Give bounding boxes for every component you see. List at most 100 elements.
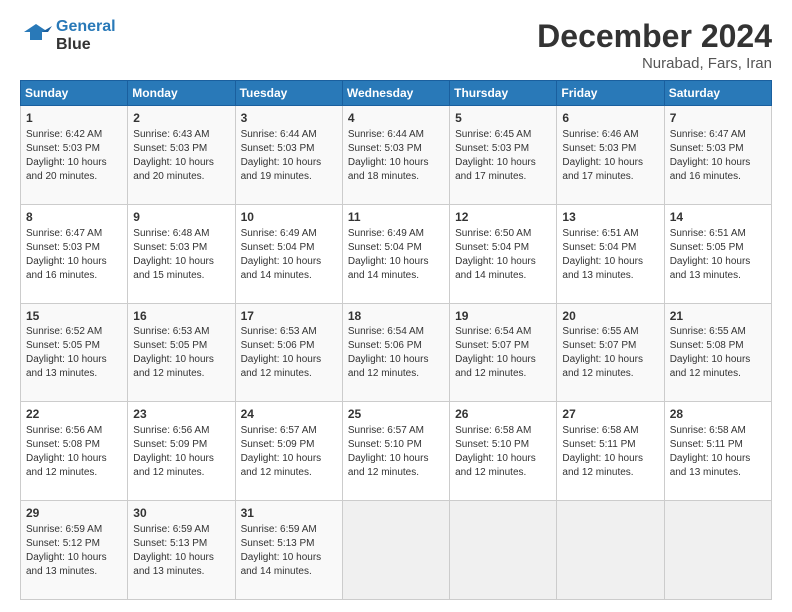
calendar-day-cell: 16Sunrise: 6:53 AMSunset: 5:05 PMDayligh… (128, 303, 235, 402)
day-info-line: Sunset: 5:03 PM (26, 142, 122, 156)
calendar-week-row: 1Sunrise: 6:42 AMSunset: 5:03 PMDaylight… (21, 106, 772, 205)
day-number: 3 (241, 110, 337, 127)
day-info-line: and 14 minutes. (241, 565, 337, 579)
day-info-line: Daylight: 10 hours (670, 452, 766, 466)
day-info-line: Sunset: 5:13 PM (133, 537, 229, 551)
day-info-line: and 13 minutes. (133, 565, 229, 579)
day-info-line: Sunset: 5:03 PM (241, 142, 337, 156)
day-info-line: Daylight: 10 hours (241, 255, 337, 269)
day-info-line: Daylight: 10 hours (455, 255, 551, 269)
day-number: 14 (670, 209, 766, 226)
day-number: 30 (133, 505, 229, 522)
day-info-line: and 14 minutes. (241, 269, 337, 283)
day-info-line: Daylight: 10 hours (562, 156, 658, 170)
day-info-line: Daylight: 10 hours (26, 255, 122, 269)
day-info-line: Sunset: 5:03 PM (455, 142, 551, 156)
day-info-line: and 12 minutes. (562, 367, 658, 381)
day-info-line: and 20 minutes. (26, 170, 122, 184)
day-info-line: Sunrise: 6:47 AM (26, 227, 122, 241)
day-number: 9 (133, 209, 229, 226)
day-info-line: Sunset: 5:03 PM (670, 142, 766, 156)
day-info-line: Sunset: 5:04 PM (455, 241, 551, 255)
sub-title: Nurabad, Fars, Iran (537, 55, 772, 72)
day-info-line: and 13 minutes. (670, 466, 766, 480)
day-info-line: Sunset: 5:04 PM (348, 241, 444, 255)
day-info-line: Sunset: 5:05 PM (133, 339, 229, 353)
day-info-line: and 12 minutes. (241, 367, 337, 381)
calendar-day-cell: 3Sunrise: 6:44 AMSunset: 5:03 PMDaylight… (235, 106, 342, 205)
day-info-line: Sunrise: 6:58 AM (670, 424, 766, 438)
day-info-line: Sunrise: 6:44 AM (241, 128, 337, 142)
day-number: 26 (455, 406, 551, 423)
day-info-line: Sunrise: 6:44 AM (348, 128, 444, 142)
day-info-line: and 17 minutes. (455, 170, 551, 184)
day-info-line: Sunrise: 6:58 AM (455, 424, 551, 438)
day-info-line: Sunrise: 6:49 AM (348, 227, 444, 241)
day-info-line: Sunset: 5:04 PM (241, 241, 337, 255)
calendar-week-row: 15Sunrise: 6:52 AMSunset: 5:05 PMDayligh… (21, 303, 772, 402)
day-info-line: and 12 minutes. (348, 367, 444, 381)
day-info-line: Sunset: 5:05 PM (670, 241, 766, 255)
day-info-line: Sunrise: 6:53 AM (133, 325, 229, 339)
day-info-line: and 19 minutes. (241, 170, 337, 184)
day-info-line: Sunset: 5:03 PM (26, 241, 122, 255)
calendar-day-cell: 2Sunrise: 6:43 AMSunset: 5:03 PMDaylight… (128, 106, 235, 205)
weekday-header-cell: Saturday (664, 81, 771, 106)
day-info-line: Sunset: 5:06 PM (241, 339, 337, 353)
day-info-line: Sunrise: 6:53 AM (241, 325, 337, 339)
calendar-day-cell: 12Sunrise: 6:50 AMSunset: 5:04 PMDayligh… (450, 204, 557, 303)
logo-icon (20, 22, 52, 50)
calendar-day-cell: 18Sunrise: 6:54 AMSunset: 5:06 PMDayligh… (342, 303, 449, 402)
day-info-line: and 13 minutes. (562, 269, 658, 283)
day-info-line: and 12 minutes. (133, 367, 229, 381)
header: General Blue December 2024 Nurabad, Fars… (20, 18, 772, 72)
day-number: 18 (348, 308, 444, 325)
day-number: 25 (348, 406, 444, 423)
day-info-line: and 14 minutes. (455, 269, 551, 283)
calendar-day-cell: 24Sunrise: 6:57 AMSunset: 5:09 PMDayligh… (235, 402, 342, 501)
day-info-line: Daylight: 10 hours (26, 551, 122, 565)
day-info-line: Sunset: 5:08 PM (670, 339, 766, 353)
calendar-day-cell: 11Sunrise: 6:49 AMSunset: 5:04 PMDayligh… (342, 204, 449, 303)
calendar-body: 1Sunrise: 6:42 AMSunset: 5:03 PMDaylight… (21, 106, 772, 600)
day-info-line: and 17 minutes. (562, 170, 658, 184)
calendar-day-cell: 30Sunrise: 6:59 AMSunset: 5:13 PMDayligh… (128, 501, 235, 600)
day-info-line: Sunset: 5:12 PM (26, 537, 122, 551)
weekday-header-cell: Friday (557, 81, 664, 106)
weekday-header-cell: Monday (128, 81, 235, 106)
day-info-line: Daylight: 10 hours (26, 452, 122, 466)
day-number: 17 (241, 308, 337, 325)
day-info-line: Sunset: 5:10 PM (455, 438, 551, 452)
calendar-week-row: 8Sunrise: 6:47 AMSunset: 5:03 PMDaylight… (21, 204, 772, 303)
day-number: 10 (241, 209, 337, 226)
day-info-line: Sunrise: 6:55 AM (562, 325, 658, 339)
day-info-line: Sunrise: 6:59 AM (241, 523, 337, 537)
day-info-line: Daylight: 10 hours (455, 353, 551, 367)
day-info-line: Sunset: 5:06 PM (348, 339, 444, 353)
day-number: 11 (348, 209, 444, 226)
day-info-line: Sunrise: 6:48 AM (133, 227, 229, 241)
day-info-line: Sunrise: 6:43 AM (133, 128, 229, 142)
day-info-line: Sunset: 5:10 PM (348, 438, 444, 452)
day-info-line: Sunrise: 6:58 AM (562, 424, 658, 438)
calendar-day-cell: 23Sunrise: 6:56 AMSunset: 5:09 PMDayligh… (128, 402, 235, 501)
title-block: December 2024 Nurabad, Fars, Iran (537, 18, 772, 72)
day-info-line: and 13 minutes. (670, 269, 766, 283)
day-info-line: Daylight: 10 hours (348, 452, 444, 466)
day-info-line: Daylight: 10 hours (670, 255, 766, 269)
day-number: 16 (133, 308, 229, 325)
calendar-week-row: 29Sunrise: 6:59 AMSunset: 5:12 PMDayligh… (21, 501, 772, 600)
day-info-line: Sunset: 5:03 PM (562, 142, 658, 156)
calendar-day-cell (342, 501, 449, 600)
calendar-day-cell: 15Sunrise: 6:52 AMSunset: 5:05 PMDayligh… (21, 303, 128, 402)
day-info-line: Daylight: 10 hours (241, 452, 337, 466)
day-info-line: and 12 minutes. (562, 466, 658, 480)
day-number: 5 (455, 110, 551, 127)
calendar-day-cell: 22Sunrise: 6:56 AMSunset: 5:08 PMDayligh… (21, 402, 128, 501)
day-info-line: Daylight: 10 hours (133, 551, 229, 565)
day-number: 22 (26, 406, 122, 423)
logo-text: General Blue (56, 18, 116, 55)
day-info-line: Daylight: 10 hours (26, 353, 122, 367)
day-info-line: and 12 minutes. (455, 466, 551, 480)
day-info-line: Daylight: 10 hours (348, 353, 444, 367)
